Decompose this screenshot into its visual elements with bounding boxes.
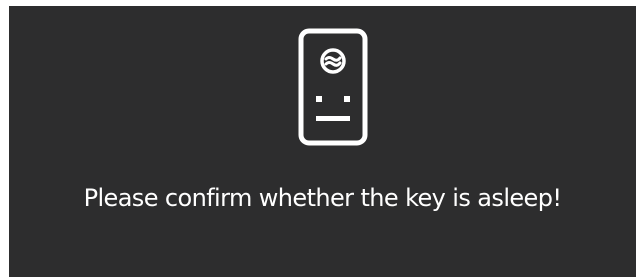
sleeping-key-device-icon — [298, 28, 368, 146]
key-sleep-prompt-panel: Please confirm whether the key is asleep… — [9, 6, 636, 277]
sleep-confirm-message: Please confirm whether the key is asleep… — [83, 184, 562, 212]
